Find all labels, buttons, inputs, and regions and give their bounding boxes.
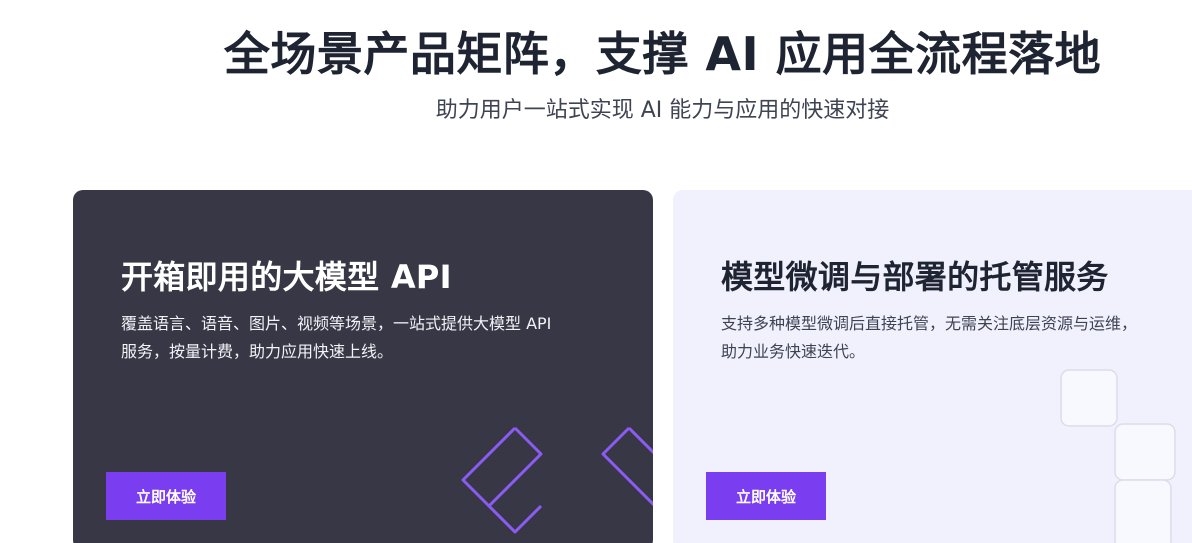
hosting-service-card: 模型微调与部署的托管服务 支持多种模型微调后直接托管，无需关注底层资源与运维， … (673, 190, 1192, 543)
api-try-now-button[interactable]: 立即体验 (106, 472, 226, 520)
stacked-blocks-decoration (1060, 369, 1176, 543)
purple-diamond-decoration (461, 426, 653, 534)
product-section: 全场景产品矩阵，支撑 AI 应用全流程落地 助力用户一站式实现 AI 能力与应用… (0, 0, 1192, 543)
hosting-try-now-button[interactable]: 立即体验 (706, 472, 826, 520)
api-card-description-line-1: 覆盖语言、语音、图片、视频等场景，一站式提供大模型 API (121, 314, 552, 333)
api-card-description: 覆盖语言、语音、图片、视频等场景，一站式提供大模型 API 服务，按量计费，助力… (121, 310, 551, 366)
section-title: 全场景产品矩阵，支撑 AI 应用全流程落地 (223, 27, 1102, 81)
hosting-card-description: 支持多种模型微调后直接托管，无需关注底层资源与运维， 助力业务快速迭代。 (721, 310, 1137, 366)
hosting-card-title: 模型微调与部署的托管服务 (721, 258, 1109, 296)
api-card-title: 开箱即用的大模型 API (121, 258, 452, 296)
hosting-card-description-line-2: 助力业务快速迭代。 (721, 342, 866, 361)
section-subtitle: 助力用户一站式实现 AI 能力与应用的快速对接 (435, 98, 890, 123)
hosting-card-description-line-1: 支持多种模型微调后直接托管，无需关注底层资源与运维， (721, 314, 1138, 333)
api-product-card: 开箱即用的大模型 API 覆盖语言、语音、图片、视频等场景，一站式提供大模型 A… (73, 190, 653, 543)
api-card-description-line-2: 服务，按量计费，助力应用快速上线。 (121, 342, 394, 361)
